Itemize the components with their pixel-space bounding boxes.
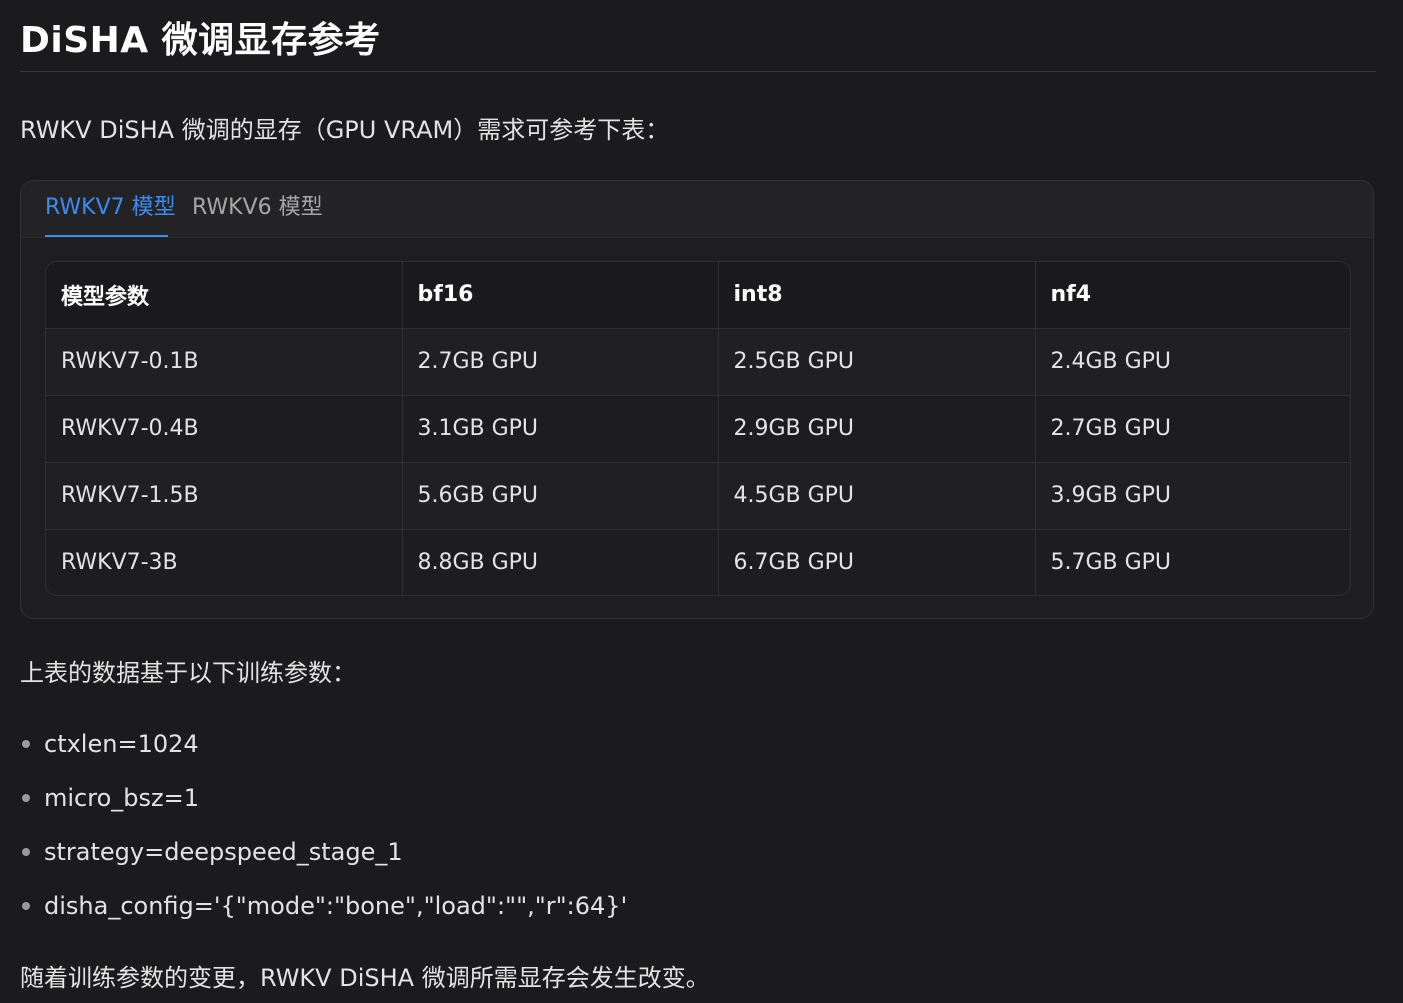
cell-int8: 2.9GB GPU bbox=[718, 395, 1036, 463]
cell-nf4: 2.7GB GPU bbox=[1035, 395, 1350, 463]
cell-model: RWKV7-0.1B bbox=[46, 328, 403, 396]
header-nf4: nf4 bbox=[1035, 262, 1350, 329]
table-header-row: 模型参数 bf16 int8 nf4 bbox=[46, 262, 1350, 329]
basis-paragraph: 上表的数据基于以下训练参数： bbox=[20, 659, 356, 687]
cell-int8: 4.5GB GPU bbox=[718, 462, 1036, 530]
header-int8: int8 bbox=[718, 262, 1036, 329]
cell-bf16: 2.7GB GPU bbox=[402, 328, 719, 396]
param-text: micro_bsz=1 bbox=[44, 784, 199, 812]
list-item: micro_bsz=1 bbox=[20, 781, 627, 835]
param-text: strategy=deepspeed_stage_1 bbox=[44, 838, 403, 866]
table-row: RWKV7-0.4B 3.1GB GPU 2.9GB GPU 2.7GB GPU bbox=[46, 395, 1350, 463]
cell-nf4: 3.9GB GPU bbox=[1035, 462, 1350, 530]
list-item: disha_config='{"mode":"bone","load":"","… bbox=[20, 889, 627, 943]
cell-int8: 2.5GB GPU bbox=[718, 328, 1036, 396]
training-params-list: ctxlen=1024 micro_bsz=1 strategy=deepspe… bbox=[20, 727, 627, 943]
param-text: ctxlen=1024 bbox=[44, 730, 199, 758]
cell-nf4: 5.7GB GPU bbox=[1035, 529, 1350, 595]
vram-table: 模型参数 bf16 int8 nf4 RWKV7-0.1B 2.7GB GPU … bbox=[46, 262, 1350, 595]
cell-bf16: 8.8GB GPU bbox=[402, 529, 719, 595]
bullet-icon bbox=[22, 902, 30, 910]
table-row: RWKV7-0.1B 2.7GB GPU 2.5GB GPU 2.4GB GPU bbox=[46, 328, 1350, 396]
outro-paragraph: 随着训练参数的变更，RWKV DiSHA 微调所需显存会发生改变。 bbox=[20, 964, 710, 992]
model-tabs-card: RWKV7 模型 RWKV6 模型 模型参数 bf16 int8 nf4 RWK… bbox=[20, 180, 1374, 619]
cell-bf16: 5.6GB GPU bbox=[402, 462, 719, 530]
vram-table-container: 模型参数 bf16 int8 nf4 RWKV7-0.1B 2.7GB GPU … bbox=[45, 261, 1351, 596]
tab-bar: RWKV7 模型 RWKV6 模型 bbox=[21, 181, 1373, 238]
cell-int8: 6.7GB GPU bbox=[718, 529, 1036, 595]
param-text: disha_config='{"mode":"bone","load":"","… bbox=[44, 892, 628, 920]
table-row: RWKV7-3B 8.8GB GPU 6.7GB GPU 5.7GB GPU bbox=[46, 529, 1350, 595]
doc-content: DiSHA 微调显存参考 RWKV DiSHA 微调的显存（GPU VRAM）需… bbox=[20, 0, 1376, 992]
cell-model: RWKV7-3B bbox=[46, 529, 403, 595]
page-title: DiSHA 微调显存参考 bbox=[20, 0, 1376, 72]
intro-paragraph: RWKV DiSHA 微调的显存（GPU VRAM）需求可参考下表： bbox=[20, 116, 670, 144]
tab-rwkv6[interactable]: RWKV6 模型 bbox=[192, 193, 323, 223]
cell-model: RWKV7-0.4B bbox=[46, 395, 403, 463]
bullet-icon bbox=[22, 848, 30, 856]
header-model-params: 模型参数 bbox=[46, 262, 403, 329]
list-item: ctxlen=1024 bbox=[20, 727, 627, 781]
bullet-icon bbox=[22, 740, 30, 748]
bullet-icon bbox=[22, 794, 30, 802]
tab-rwkv7[interactable]: RWKV7 模型 bbox=[45, 193, 176, 223]
cell-nf4: 2.4GB GPU bbox=[1035, 328, 1350, 396]
table-row: RWKV7-1.5B 5.6GB GPU 4.5GB GPU 3.9GB GPU bbox=[46, 462, 1350, 530]
header-bf16: bf16 bbox=[402, 262, 719, 329]
cell-bf16: 3.1GB GPU bbox=[402, 395, 719, 463]
cell-model: RWKV7-1.5B bbox=[46, 462, 403, 530]
active-tab-indicator bbox=[45, 235, 168, 237]
list-item: strategy=deepspeed_stage_1 bbox=[20, 835, 627, 889]
